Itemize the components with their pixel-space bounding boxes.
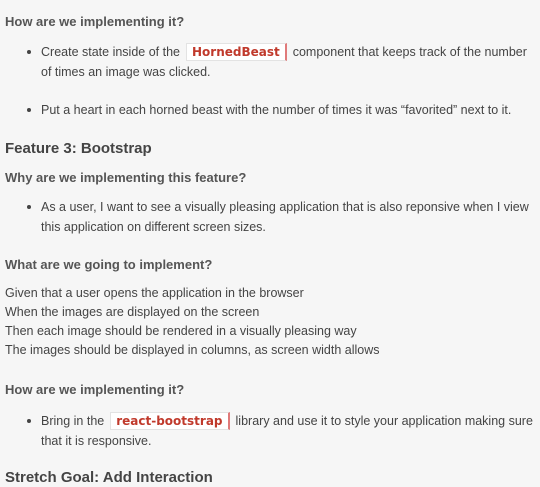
bullet-icon — [27, 50, 31, 54]
list-item-text-before: Create state inside of the — [41, 45, 180, 59]
what-heading: What are we going to implement? — [5, 257, 536, 273]
text-line: Then each image should be rendered in a … — [5, 324, 357, 338]
why-heading: Why are we implementing this feature? — [5, 170, 536, 186]
bullet-icon — [27, 419, 31, 423]
list-item-text-before: Bring in the — [41, 414, 105, 428]
what-paragraph: Given that a user opens the application … — [5, 284, 536, 360]
list-item-text: As a user, I want to see a visually plea… — [41, 200, 529, 234]
inline-code: react-bootstrap — [110, 412, 230, 430]
section-heading: What are we going to implement? — [5, 257, 213, 272]
text-line: Given that a user opens the application … — [5, 286, 304, 300]
feature-3-title: Feature 3: Bootstrap — [5, 140, 536, 158]
how-heading-2: How are we implementing it? — [5, 382, 536, 398]
why-list: As a user, I want to see a visually plea… — [5, 197, 536, 237]
list-item: Bring in the react-bootstrap library and u… — [27, 411, 536, 451]
bullet-icon — [27, 108, 31, 112]
section-title: Feature 3: Bootstrap — [5, 140, 152, 157]
text-line: The images should be displayed in column… — [5, 343, 380, 357]
inline-code: HornedBeast — [185, 43, 287, 61]
list-item-text: Put a heart in each horned beast with th… — [41, 103, 512, 117]
section-heading: Why are we implementing this feature? — [5, 170, 247, 185]
list-item: Put a heart in each horned beast with th… — [27, 100, 536, 120]
how-list-2: Bring in the react-bootstrap library and u… — [5, 411, 536, 451]
how-list-1b: Put a heart in each horned beast with th… — [5, 100, 536, 120]
text-line: When the images are displayed on the scr… — [5, 305, 260, 319]
list-item: As a user, I want to see a visually plea… — [27, 197, 536, 237]
bullet-icon — [27, 205, 31, 209]
section-heading: How are we implementing it? — [5, 14, 185, 29]
stretch-goal-title: Stretch Goal: Add Interaction — [5, 469, 536, 487]
document-page: How are we implementing it? Create state… — [0, 0, 540, 487]
section-title: Stretch Goal: Add Interaction — [5, 469, 213, 486]
how-list-1: Create state inside of the HornedBeast com… — [5, 42, 536, 82]
list-item: Create state inside of the HornedBeast com… — [27, 42, 536, 82]
how-heading-1: How are we implementing it? — [5, 14, 536, 30]
section-heading: How are we implementing it? — [5, 382, 185, 397]
